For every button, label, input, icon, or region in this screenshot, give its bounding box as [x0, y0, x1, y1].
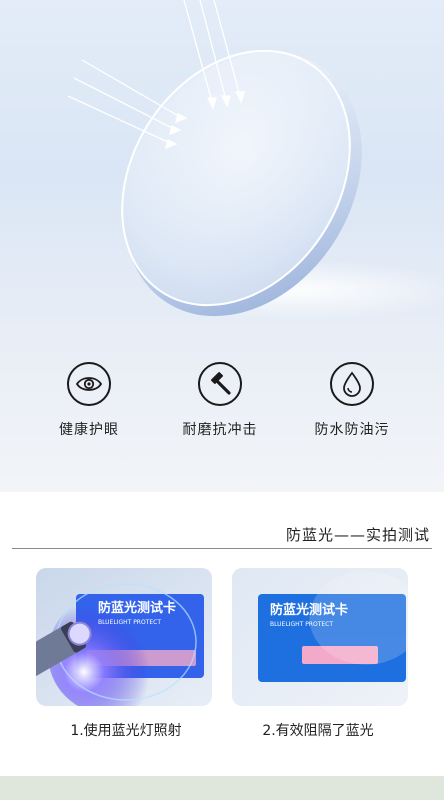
card-subtitle: BLUELIGHT PROTECT [98, 619, 161, 626]
section-divider [12, 548, 432, 549]
feature-eye-care: 健康护眼 [29, 362, 149, 439]
photo-caption: 1.使用蓝光灯照射 [70, 723, 182, 739]
card-title: 防蓝光测试卡 [270, 602, 348, 618]
card-title: 防蓝光测试卡 [98, 600, 176, 616]
feature-waterproof: 防水防油污 [292, 362, 412, 439]
water-drop-icon [330, 362, 374, 406]
test-photo-lens-blocking: 防蓝光测试卡 BLUELIGHT PROTECT [232, 568, 408, 706]
feature-scratch-resistant: 耐磨抗冲击 [160, 362, 280, 439]
feature-label: 耐磨抗冲击 [182, 422, 258, 438]
feature-label: 防水防油污 [314, 422, 390, 438]
section-title: 防蓝光——实拍测试 [285, 526, 430, 544]
hammer-icon [198, 362, 242, 406]
photo-caption: 2.有效阻隔了蓝光 [262, 723, 374, 739]
footer-band [0, 776, 444, 800]
hero-banner: 健康护眼 耐磨抗冲击 防水防油污 [0, 0, 444, 492]
card-subtitle: BLUELIGHT PROTECT [270, 621, 333, 628]
feature-label: 健康护眼 [59, 422, 119, 438]
test-photo-blue-light: 防蓝光测试卡 BLUELIGHT PROTECT [36, 568, 212, 706]
eye-icon [67, 362, 111, 406]
